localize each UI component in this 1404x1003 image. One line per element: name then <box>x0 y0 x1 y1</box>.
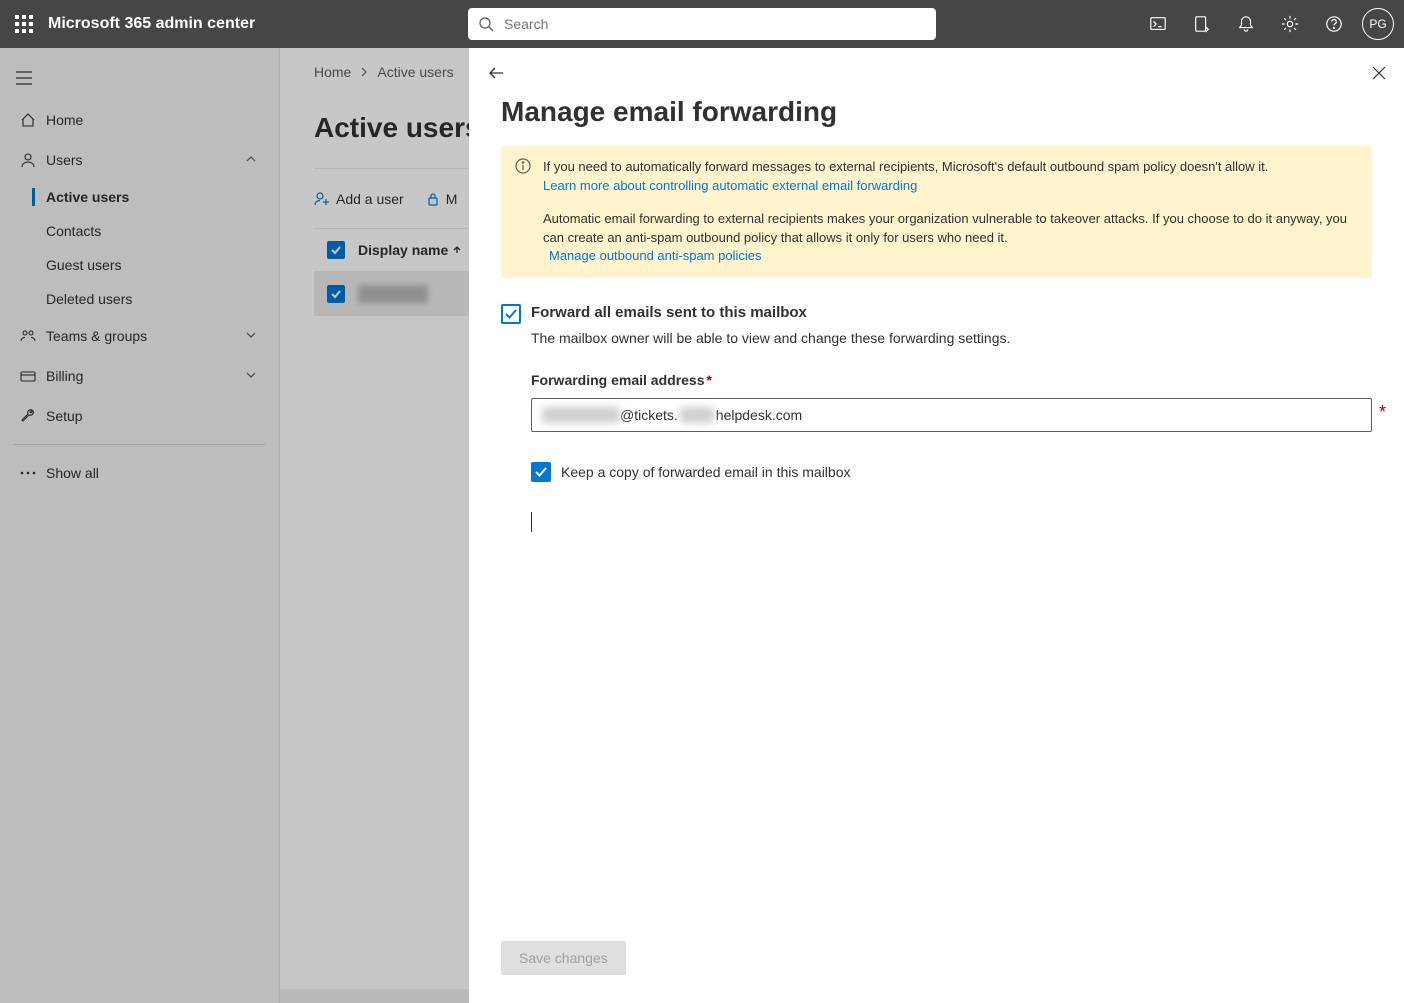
forward-all-description: The mailbox owner will be able to view a… <box>531 330 1372 346</box>
redacted-sub <box>680 407 714 423</box>
back-button[interactable] <box>487 64 505 85</box>
info-message: If you need to automatically forward mes… <box>501 146 1372 278</box>
settings-icon[interactable] <box>1268 0 1312 48</box>
forwarding-address-label: Forwarding email address* <box>531 372 1372 388</box>
panel-title: Manage email forwarding <box>469 96 1404 128</box>
text-caret <box>531 512 532 532</box>
info-icon <box>515 158 531 180</box>
redacted-local <box>542 407 620 423</box>
forward-all-label: Forward all emails sent to this mailbox <box>531 304 807 321</box>
search-field[interactable] <box>504 16 936 32</box>
email-part-end: helpdesk.com <box>716 407 802 423</box>
flyout-panel: Manage email forwarding If you need to a… <box>469 48 1404 1003</box>
keep-copy-checkbox[interactable] <box>531 462 551 482</box>
avatar[interactable]: PG <box>1362 8 1394 40</box>
info-link-2[interactable]: Manage outbound anti-spam policies <box>549 248 761 263</box>
help-icon[interactable] <box>1312 0 1356 48</box>
info-link-1[interactable]: Learn more about controlling automatic e… <box>543 178 917 193</box>
notifications-icon[interactable] <box>1224 0 1268 48</box>
app-title[interactable]: Microsoft 365 admin center <box>48 15 255 33</box>
keep-copy-label: Keep a copy of forwarded email in this m… <box>561 464 850 480</box>
save-button[interactable]: Save changes <box>501 941 626 975</box>
forward-all-checkbox[interactable] <box>501 304 521 324</box>
required-indicator: * <box>1379 402 1386 423</box>
card-icon[interactable] <box>1180 0 1224 48</box>
info-text-2: Automatic email forwarding to external r… <box>543 211 1347 245</box>
forwarding-address-input[interactable]: @tickets. helpdesk.com <box>531 398 1372 432</box>
shell-icon[interactable] <box>1136 0 1180 48</box>
info-text-1: If you need to automatically forward mes… <box>543 159 1268 174</box>
email-part-mid: @tickets. <box>620 407 678 423</box>
search-input[interactable] <box>468 8 936 40</box>
close-button[interactable] <box>1372 66 1386 83</box>
app-launcher-icon[interactable] <box>0 0 48 48</box>
